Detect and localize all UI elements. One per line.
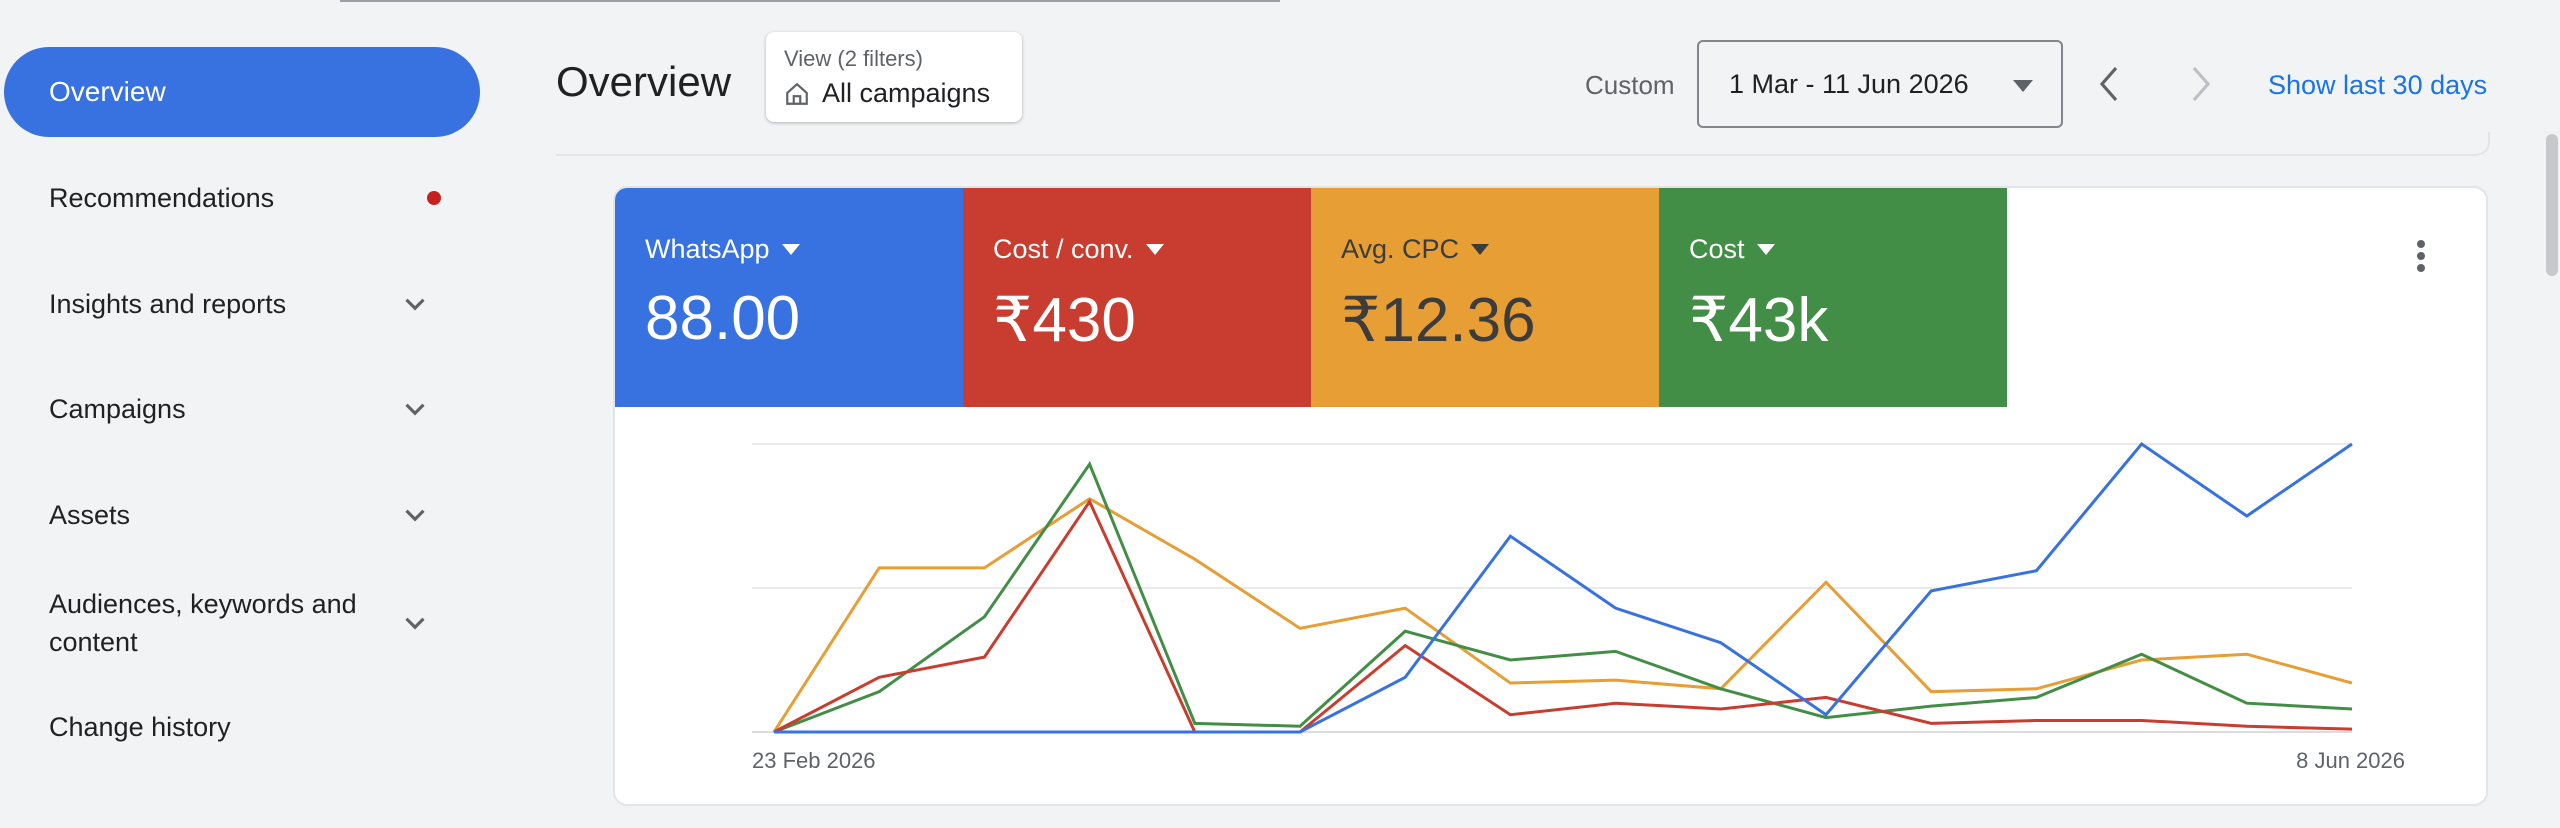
notification-dot [427, 191, 441, 205]
performance-card: WhatsApp 88.00 Cost / conv. ₹430 Avg. CP… [613, 186, 2488, 806]
series-line-1 [773, 461, 2353, 734]
next-period-button[interactable] [2186, 64, 2216, 104]
home-icon [786, 82, 808, 105]
sidebar-item-insights-and-reports[interactable]: Insights and reports [0, 282, 480, 326]
sidebar-item-label: Campaigns [49, 393, 186, 424]
sidebar-item-label: Audiences, keywords and content [49, 589, 357, 657]
performance-line-chart [752, 441, 2353, 734]
series-line-2 [773, 498, 2353, 734]
sidebar-item-label: Assets [49, 499, 131, 530]
caret-down-icon [2013, 80, 2033, 92]
page-title: Overview [556, 58, 732, 105]
view-filter-count: View (2 filters) [784, 46, 923, 71]
sidebar-item-label: Recommendations [49, 182, 275, 213]
date-range-value: 1 Mar - 11 Jun 2026 [1729, 68, 1969, 99]
x-axis-start-label: 23 Feb 2026 [752, 748, 876, 773]
chevron-down-icon [405, 298, 425, 311]
view-filter-button[interactable]: View (2 filters) All campaigns [766, 32, 1022, 122]
view-filter-label: All campaigns [822, 78, 991, 108]
sidebar-nav: Overview Recommendations Insights and re… [0, 0, 500, 828]
previous-card-edge [556, 132, 2490, 156]
sidebar-item-label: Insights and reports [49, 288, 287, 319]
previous-period-button[interactable] [2094, 64, 2124, 104]
chevron-down-icon [405, 509, 425, 522]
vertical-scrollbar-thumb[interactable] [2546, 134, 2558, 276]
date-range-picker[interactable]: 1 Mar - 11 Jun 2026 [1697, 40, 2063, 128]
sidebar-item-label: Overview [49, 76, 166, 107]
sidebar-item-assets[interactable]: Assets [0, 493, 480, 537]
chevron-down-icon [405, 403, 425, 416]
sidebar-item-label: Change history [49, 711, 231, 742]
sidebar-item-campaigns[interactable]: Campaigns [0, 387, 480, 431]
x-axis-end-label: 8 Jun 2026 [2296, 748, 2405, 773]
sidebar-item-overview[interactable]: Overview [4, 47, 480, 137]
sidebar-item-recommendations[interactable]: Recommendations [0, 176, 480, 220]
sidebar-item-audiences[interactable]: Audiences, keywords and content [0, 584, 480, 662]
chevron-down-icon [405, 617, 425, 630]
series-line-0 [772, 496, 2353, 733]
sidebar-item-change-history[interactable]: Change history [0, 705, 480, 749]
custom-range-label: Custom [1585, 70, 1675, 100]
show-last-30-days-link[interactable]: Show last 30 days [2268, 70, 2487, 101]
